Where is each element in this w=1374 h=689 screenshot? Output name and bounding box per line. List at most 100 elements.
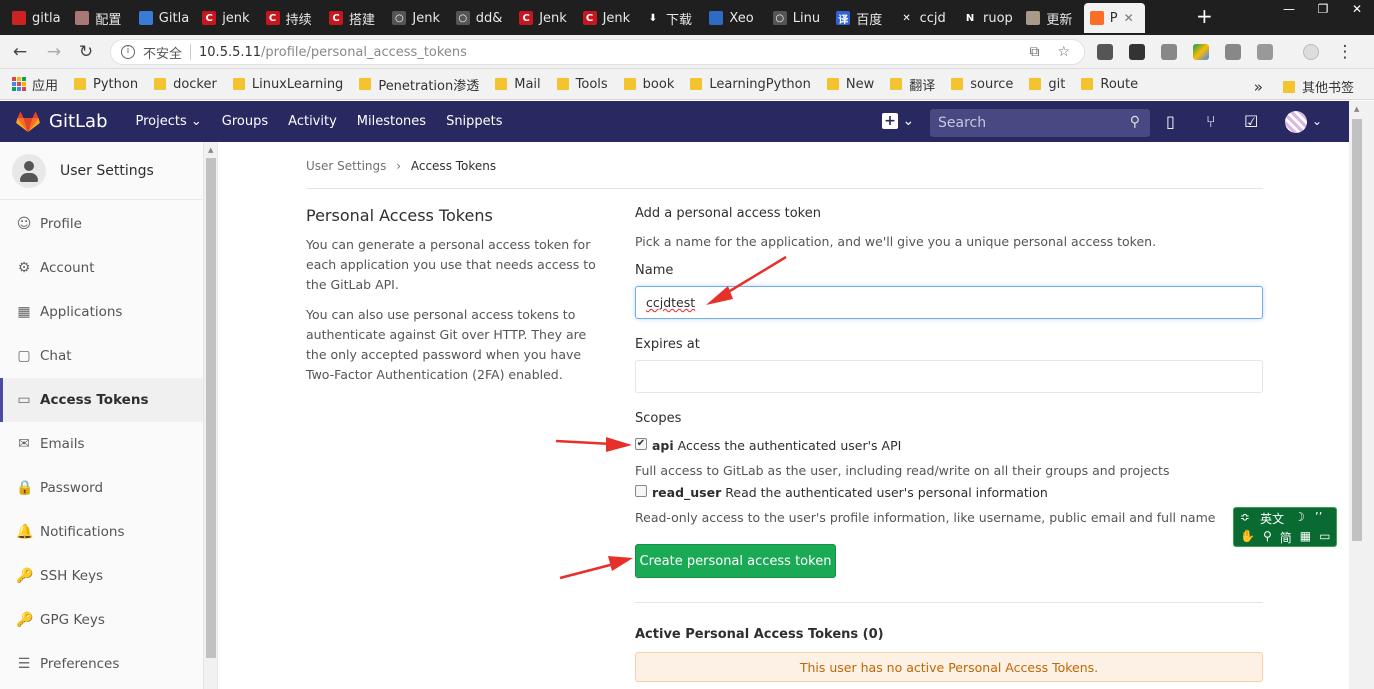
sidebar-item-applications[interactable]: ▦ Applications	[0, 290, 203, 334]
issues-icon[interactable]: ▯	[1166, 112, 1175, 131]
browser-tab[interactable]: 译百度	[830, 3, 891, 33]
scroll-up-arrow-icon[interactable]: ▲	[208, 146, 213, 154]
ime-search-icon[interactable]: ⚲	[1263, 529, 1272, 546]
bookmark-item[interactable]: Mail	[495, 77, 541, 92]
bookmark-item[interactable]: New	[826, 77, 874, 92]
browser-tab[interactable]: ⬇ 下载	[640, 3, 701, 33]
browser-tab[interactable]: gitla	[6, 3, 67, 33]
ime-grid-icon[interactable]: ▦	[1300, 529, 1311, 546]
address-bar[interactable]: i 不安全 10.5.5.11/profile/personal_access_…	[110, 39, 1085, 65]
bookmark-item[interactable]: book	[623, 77, 674, 92]
expires-at-input[interactable]	[635, 360, 1263, 393]
browser-menu-icon[interactable]: ⋮	[1335, 42, 1355, 62]
extension-lightbulb-icon[interactable]	[1161, 44, 1177, 60]
bookmark-item[interactable]: git	[1029, 77, 1065, 92]
sidebar-item-account[interactable]: ⚙ Account	[0, 246, 203, 290]
scope-read-user-checkbox[interactable]	[635, 485, 647, 497]
browser-tab[interactable]: ○ Jenk	[386, 3, 447, 33]
close-window-button[interactable]: ✕	[1340, 0, 1374, 18]
bookmark-item[interactable]: docker	[154, 77, 217, 92]
bookmark-item[interactable]: Python	[74, 77, 138, 92]
search-input[interactable]: Search ⚲	[930, 109, 1150, 137]
bookmark-item[interactable]: Penetration渗透	[359, 75, 479, 94]
sidebar-item-gpg-keys[interactable]: 🔑 GPG Keys	[0, 598, 203, 642]
more-bookmarks-chevron-icon[interactable]: »	[1254, 78, 1263, 96]
extension-menu-icon[interactable]	[1097, 44, 1113, 60]
sidebar-item-preferences[interactable]: ☰ Preferences	[0, 642, 203, 686]
scope-read-user-label[interactable]: read_user Read the authenticated user's …	[652, 485, 1048, 500]
browser-tab[interactable]: ○ dd&	[450, 3, 511, 33]
browser-tab[interactable]: C Jenk	[577, 3, 638, 33]
bookmark-item[interactable]: 应用	[12, 75, 58, 94]
nav-snippets[interactable]: Snippets	[446, 114, 502, 129]
browser-tab[interactable]: Gitla	[133, 3, 194, 33]
browser-tab[interactable]: ✕ ccjd	[894, 3, 955, 33]
bookmark-item[interactable]: Route	[1081, 77, 1138, 92]
sidebar-scroll-thumb[interactable]	[206, 158, 216, 658]
new-item-dropdown[interactable]: + ⌄	[882, 113, 914, 129]
minimize-button[interactable]: —	[1272, 0, 1306, 18]
bookmark-star-icon[interactable]: ☆	[1057, 44, 1070, 60]
bookmark-item[interactable]: Tools	[556, 77, 608, 92]
ime-hand-icon[interactable]: ✋	[1240, 529, 1255, 546]
browser-tab[interactable]: Cjenk	[196, 3, 257, 33]
nav-activity[interactable]: Activity	[288, 114, 337, 129]
token-name-input[interactable]: ccjdtest	[635, 286, 1263, 319]
bookmark-item[interactable]: LearningPython	[690, 77, 811, 92]
bookmark-item[interactable]: source	[951, 77, 1013, 92]
back-icon[interactable]: ←	[10, 42, 30, 62]
gitlab-logo[interactable]: GitLab	[16, 111, 108, 133]
browser-tab[interactable]: C Jenk	[513, 3, 574, 33]
browser-tab[interactable]: 配置	[69, 3, 130, 33]
nav-groups[interactable]: Groups	[222, 114, 268, 129]
reload-icon[interactable]: ↻	[76, 42, 96, 62]
nav-projects[interactable]: Projects ⌄	[136, 114, 202, 129]
merge-requests-icon[interactable]: ⑂	[1206, 112, 1216, 131]
ime-collapse-icon[interactable]: ≎	[1240, 510, 1250, 527]
create-token-button[interactable]: Create personal access token	[635, 544, 836, 578]
restore-button[interactable]: ❐	[1306, 0, 1340, 18]
todos-icon[interactable]: ☑	[1244, 112, 1258, 131]
other-bookmarks[interactable]: 其他书签	[1302, 77, 1354, 96]
google-drive-icon[interactable]	[1193, 44, 1209, 60]
ime-keyboard-icon[interactable]: ▭	[1319, 529, 1330, 546]
dropbox-icon[interactable]	[1129, 44, 1145, 60]
ime-language[interactable]: 英文	[1260, 510, 1284, 527]
breadcrumb-parent[interactable]: User Settings	[306, 159, 386, 173]
bookmark-item[interactable]: 翻译	[890, 75, 935, 94]
profile-avatar-icon[interactable]	[1303, 44, 1319, 60]
ime-punct-icon[interactable]: ’’	[1315, 510, 1323, 527]
sidebar-item-chat[interactable]: ▢ Chat	[0, 334, 203, 378]
sidebar-item-password[interactable]: 🔒 Password	[0, 466, 203, 510]
browser-tab[interactable]: C 搭建	[323, 3, 384, 33]
page-scrollbar[interactable]: ▲	[1349, 101, 1374, 689]
browser-tab[interactable]: C 持续	[260, 3, 321, 33]
scope-api-checkbox[interactable]: ✔	[635, 438, 647, 450]
user-avatar[interactable]	[1285, 111, 1307, 133]
ime-moon-icon[interactable]: ☽	[1294, 510, 1305, 527]
browser-tab[interactable]: ○ Linu	[767, 3, 828, 33]
sidebar-item-profile[interactable]: ☺ Profile	[0, 202, 203, 246]
browser-tab[interactable]: Xeo	[703, 3, 764, 33]
browser-tab[interactable]: Nruop	[957, 3, 1018, 33]
breadcrumb-current[interactable]: Access Tokens	[411, 159, 496, 173]
page-scroll-thumb[interactable]	[1352, 119, 1362, 541]
info-icon[interactable]: i	[121, 45, 135, 59]
extension-badge-icon[interactable]	[1257, 44, 1273, 60]
forward-icon[interactable]: →	[44, 42, 64, 62]
browser-tab[interactable]: 更新	[1020, 3, 1081, 33]
close-tab-icon[interactable]: ✕	[1124, 11, 1134, 25]
page-scroll-up-arrow-icon[interactable]: ▲	[1354, 105, 1359, 113]
translate-icon[interactable]: ⧉	[1029, 44, 1039, 60]
extension-camera-icon[interactable]	[1225, 44, 1241, 60]
sidebar-scrollbar[interactable]: ▲	[204, 142, 218, 689]
ime-mode[interactable]: 简	[1280, 529, 1292, 546]
sidebar-header[interactable]: User Settings	[0, 142, 203, 200]
new-tab-button[interactable]: +	[1196, 6, 1213, 26]
sidebar-item-access-tokens[interactable]: ▭ Access Tokens	[0, 378, 203, 422]
avatar-chevron-down-icon[interactable]: ⌄	[1312, 114, 1322, 128]
browser-tab[interactable]: P ✕	[1083, 3, 1146, 33]
ime-toolbar[interactable]: ≎ 英文 ☽ ’’ ✋ ⚲ 简 ▦ ▭	[1233, 507, 1337, 547]
sidebar-item-notifications[interactable]: 🔔 Notifications	[0, 510, 203, 554]
scope-api-label[interactable]: api Access the authenticated user's API	[652, 438, 901, 453]
